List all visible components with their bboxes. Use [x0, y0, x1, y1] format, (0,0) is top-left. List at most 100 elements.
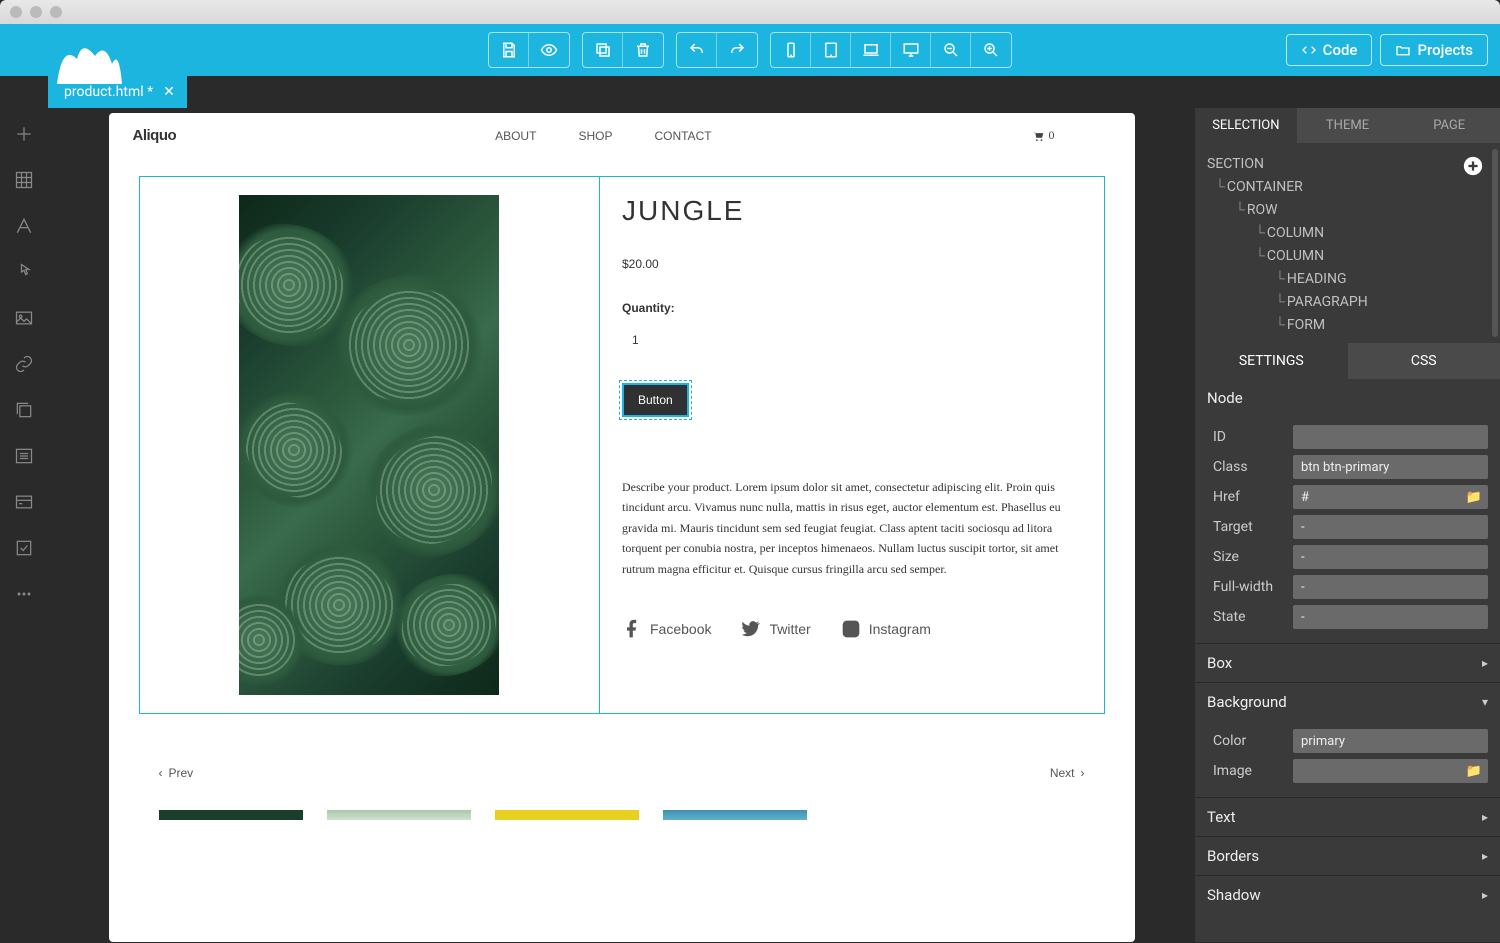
- canvas-area: Aliquo ABOUT SHOP CONTACT 0: [48, 108, 1195, 942]
- tree-column-1[interactable]: └COLUMN: [1207, 221, 1488, 244]
- desktop-button[interactable]: [891, 33, 931, 67]
- tab-theme[interactable]: THEME: [1297, 108, 1399, 143]
- thumbnail[interactable]: [495, 810, 639, 820]
- target-input[interactable]: -: [1293, 515, 1488, 539]
- tree-column-2[interactable]: └COLUMN: [1207, 244, 1488, 267]
- nav-contact[interactable]: CONTACT: [654, 129, 711, 143]
- site-nav: ABOUT SHOP CONTACT: [495, 129, 711, 143]
- redo-button[interactable]: [717, 33, 757, 67]
- preview-button[interactable]: [529, 33, 569, 67]
- folder-icon[interactable]: 📁: [1466, 764, 1482, 779]
- size-input[interactable]: -: [1293, 545, 1488, 569]
- tablet-button[interactable]: [811, 33, 851, 67]
- class-label: Class: [1207, 459, 1293, 475]
- text-header[interactable]: Text▸: [1195, 797, 1500, 836]
- mobile-button[interactable]: [771, 33, 811, 67]
- bg-image-label: Image: [1207, 763, 1293, 779]
- close-tab-icon[interactable]: ✕: [163, 84, 175, 100]
- button-icon[interactable]: [12, 260, 36, 284]
- shadow-header[interactable]: Shadow▸: [1195, 875, 1500, 914]
- zoom-out-button[interactable]: [931, 33, 971, 67]
- bg-color-input[interactable]: primary: [1293, 729, 1488, 753]
- save-button[interactable]: [489, 33, 529, 67]
- card-icon[interactable]: [12, 490, 36, 514]
- code-button[interactable]: Code: [1286, 34, 1373, 66]
- tree-paragraph[interactable]: └PARAGRAPH: [1207, 290, 1488, 313]
- tree-container[interactable]: └CONTAINER: [1207, 175, 1488, 198]
- site-header: Aliquo ABOUT SHOP CONTACT 0: [109, 113, 1135, 154]
- class-input[interactable]: btn btn-primary: [1293, 455, 1488, 479]
- product-image: [239, 195, 499, 695]
- product-image-column: [140, 177, 600, 713]
- grid-icon[interactable]: [12, 168, 36, 192]
- tree-form[interactable]: └FORM: [1207, 313, 1488, 336]
- tree-scrollbar[interactable]: [1492, 149, 1498, 337]
- facebook-icon: [622, 619, 642, 639]
- copy-component-icon[interactable]: [12, 398, 36, 422]
- product-title: JUNGLE: [622, 195, 1082, 227]
- add-icon[interactable]: [12, 122, 36, 146]
- box-header[interactable]: Box▸: [1195, 643, 1500, 682]
- projects-label: Projects: [1417, 41, 1473, 59]
- quantity-value[interactable]: 1: [622, 333, 1082, 347]
- image-icon[interactable]: [12, 306, 36, 330]
- nav-about[interactable]: ABOUT: [495, 129, 536, 143]
- laptop-button[interactable]: [851, 33, 891, 67]
- tree-row[interactable]: └ROW: [1207, 198, 1488, 221]
- state-label: State: [1207, 609, 1293, 625]
- list-icon[interactable]: [12, 444, 36, 468]
- fullwidth-input[interactable]: -: [1293, 575, 1488, 599]
- maximize-window-icon[interactable]: [50, 6, 62, 18]
- href-input[interactable]: #📁: [1293, 485, 1488, 509]
- cart[interactable]: 0: [1031, 128, 1055, 143]
- delete-button[interactable]: [623, 33, 663, 67]
- chevron-right-icon: ▸: [1482, 849, 1488, 863]
- nav-shop[interactable]: SHOP: [578, 129, 612, 143]
- folder-icon[interactable]: 📁: [1466, 490, 1482, 505]
- background-header[interactable]: Background▾: [1195, 682, 1500, 721]
- cart-icon: [1031, 129, 1045, 143]
- thumbnail[interactable]: [327, 810, 471, 820]
- href-label: Href: [1207, 489, 1293, 505]
- tab-bar: product.html * ✕: [0, 76, 1500, 108]
- minimize-window-icon[interactable]: [30, 6, 42, 18]
- id-label: ID: [1207, 429, 1293, 445]
- zoom-in-button[interactable]: [971, 33, 1011, 67]
- subtab-settings[interactable]: SETTINGS: [1195, 343, 1348, 379]
- undo-button[interactable]: [677, 33, 717, 67]
- thumbnail[interactable]: [159, 810, 303, 820]
- add-element-icon[interactable]: [1462, 155, 1486, 179]
- prev-button[interactable]: ‹ Prev: [159, 766, 194, 780]
- product-price: $20.00: [622, 257, 1082, 271]
- copy-button[interactable]: [583, 33, 623, 67]
- tree-section[interactable]: SECTION: [1207, 153, 1488, 175]
- more-icon[interactable]: [12, 582, 36, 606]
- borders-header[interactable]: Borders▸: [1195, 836, 1500, 875]
- state-input[interactable]: -: [1293, 605, 1488, 629]
- close-window-icon[interactable]: [10, 6, 22, 18]
- text-icon[interactable]: [12, 214, 36, 238]
- element-tree[interactable]: SECTION └CONTAINER └ROW └COLUMN └COLUMN …: [1195, 143, 1500, 343]
- next-button[interactable]: Next ›: [1050, 766, 1085, 780]
- instagram-link[interactable]: Instagram: [841, 619, 931, 639]
- chevron-right-icon: ▸: [1482, 810, 1488, 824]
- top-toolbar: Code Projects: [0, 24, 1500, 76]
- twitter-link[interactable]: Twitter: [741, 619, 810, 639]
- bg-image-input[interactable]: 📁: [1293, 759, 1488, 783]
- node-header: Node: [1195, 379, 1500, 417]
- tab-page[interactable]: PAGE: [1398, 108, 1500, 143]
- id-input[interactable]: [1293, 425, 1488, 449]
- subtab-css[interactable]: CSS: [1348, 343, 1500, 379]
- projects-button[interactable]: Projects: [1380, 34, 1488, 66]
- checkbox-icon[interactable]: [12, 536, 36, 560]
- selected-button-element[interactable]: Button: [622, 383, 689, 417]
- facebook-link[interactable]: Facebook: [622, 619, 711, 639]
- fullwidth-label: Full-width: [1207, 579, 1293, 595]
- link-icon[interactable]: [12, 352, 36, 376]
- thumbnail[interactable]: [663, 810, 807, 820]
- app-logo: [12, 24, 112, 76]
- canvas[interactable]: Aliquo ABOUT SHOP CONTACT 0: [109, 113, 1135, 942]
- tree-heading[interactable]: └HEADING: [1207, 267, 1488, 290]
- bg-color-label: Color: [1207, 733, 1293, 749]
- tab-selection[interactable]: SELECTION: [1195, 108, 1297, 143]
